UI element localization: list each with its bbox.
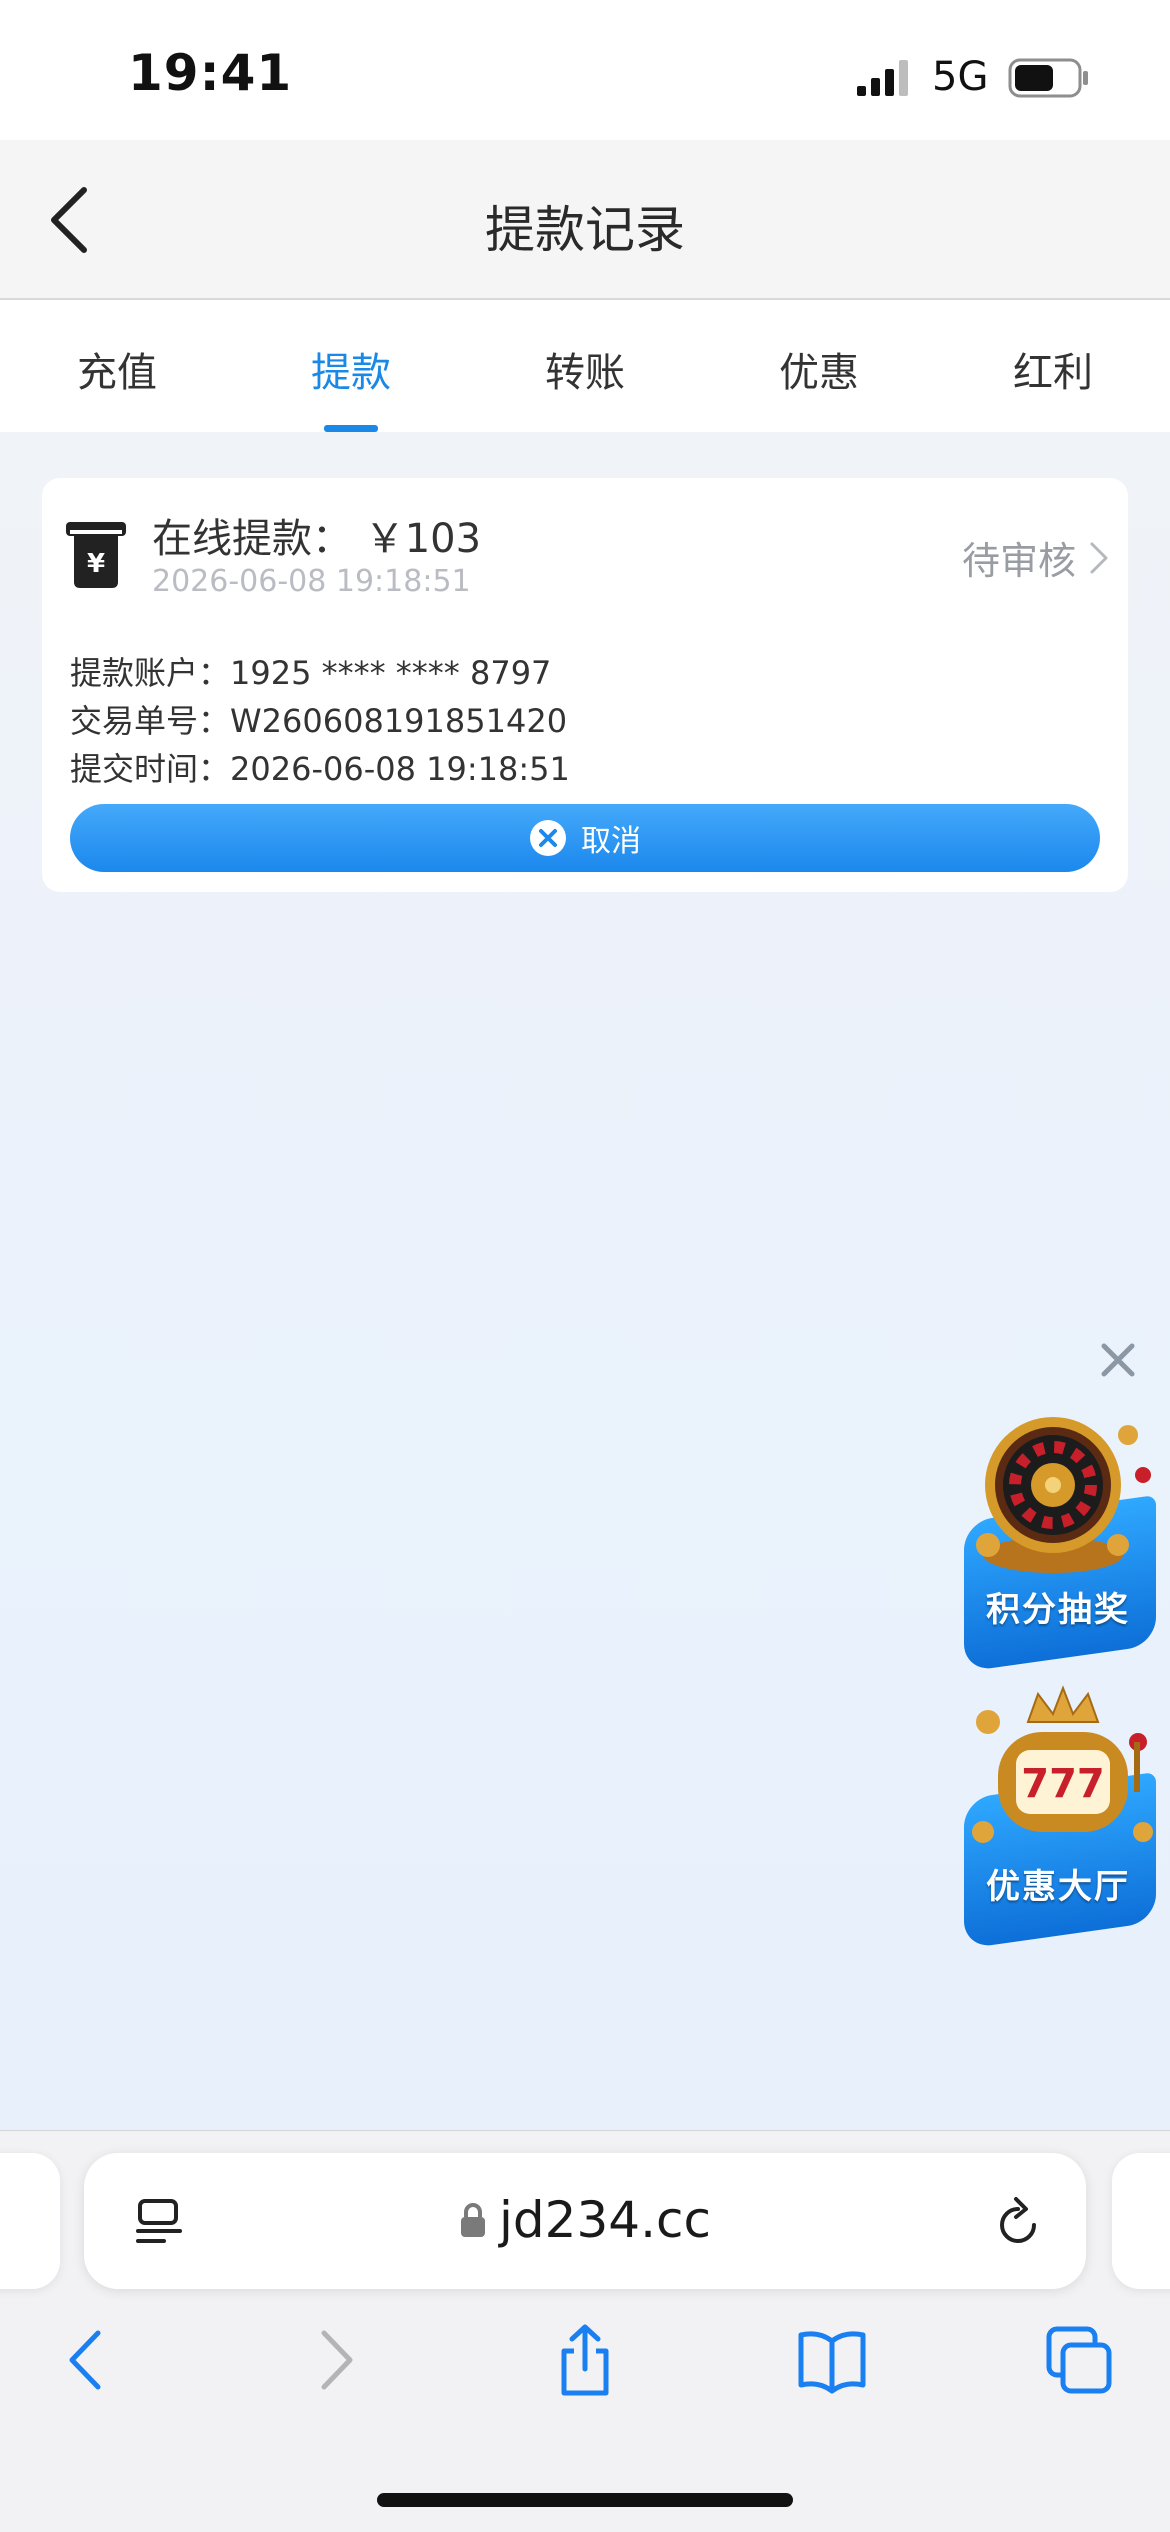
share-icon[interactable]: [550, 2323, 620, 2397]
roulette-icon: [976, 1417, 1151, 1573]
detail-submit-time: 提交时间：2026-06-08 19:18:51: [70, 744, 570, 790]
tab-withdraw[interactable]: 提款: [234, 300, 468, 432]
record-tabs: 充值 提款 转账 优惠 红利: [0, 300, 1170, 432]
record-date: 2026-06-08 19:18:51: [152, 564, 471, 599]
promo-label: 积分抽奖: [986, 1590, 1130, 1630]
svg-text:777: 777: [1021, 1761, 1105, 1807]
detail-key: 交易单号：: [70, 702, 231, 740]
detail-value: 2026-06-08 19:18:51: [230, 750, 570, 788]
tabs-icon[interactable]: [1045, 2323, 1115, 2397]
status-bar: 19:41 5G: [0, 0, 1170, 140]
status-time: 19:41: [128, 44, 293, 102]
tab-transfer[interactable]: 转账: [468, 300, 702, 432]
record-status[interactable]: 待审核: [962, 530, 1112, 585]
detail-value: W260608191851420: [230, 702, 568, 740]
reload-icon[interactable]: [994, 2195, 1044, 2249]
status-text: 待审核: [961, 539, 1076, 583]
previous-tab-card[interactable]: [0, 2153, 60, 2289]
active-tab-indicator: [324, 425, 378, 432]
tab-promotion[interactable]: 优惠: [702, 300, 936, 432]
network-label: 5G: [932, 54, 989, 100]
cancel-label: 取消: [581, 824, 641, 859]
promo-label: 优惠大厅: [986, 1867, 1130, 1907]
page-title: 提款记录: [485, 201, 685, 259]
promo-hall[interactable]: 777 优惠大厅: [958, 1682, 1158, 1949]
svg-text:¥: ¥: [87, 549, 105, 579]
cancel-button[interactable]: 取消: [70, 804, 1100, 872]
detail-key: 提交时间：: [70, 750, 231, 788]
detail-order-number: 交易单号：W260608191851420: [70, 696, 567, 742]
tab-deposit[interactable]: 充值: [0, 300, 234, 432]
detail-key: 提款账户：: [70, 654, 231, 692]
detail-value: 1925 **** **** 8797: [230, 654, 552, 692]
chevron-right-icon: [1090, 542, 1108, 573]
browser-toolbar: jd234.cc: [0, 2130, 1170, 2532]
home-indicator: [377, 2493, 793, 2507]
back-arrow-icon[interactable]: [50, 2323, 120, 2397]
url-text: jd234.cc: [499, 2191, 711, 2249]
url-display[interactable]: jd234.cc: [84, 2191, 1086, 2249]
address-bar[interactable]: jd234.cc: [84, 2153, 1086, 2289]
bookmarks-icon[interactable]: [797, 2323, 867, 2397]
lock-icon: [461, 2203, 486, 2237]
atm-yen-icon: ¥: [66, 522, 126, 588]
next-tab-card[interactable]: [1112, 2153, 1170, 2289]
record-title: 在线提款： ￥103: [152, 516, 482, 562]
signal-icon: [857, 60, 908, 96]
forward-arrow-icon[interactable]: [302, 2323, 372, 2397]
promo-points-lottery[interactable]: 积分抽奖: [958, 1405, 1158, 1672]
battery-icon: [1008, 58, 1088, 98]
withdrawal-record-card: ¥ 在线提款： ￥103 2026-06-08 19:18:51 待审核 提款账…: [42, 478, 1128, 892]
slot-machine-icon: 777: [972, 1685, 1153, 1843]
detail-account: 提款账户：1925 **** **** 8797: [70, 648, 551, 694]
close-circle-icon: [530, 820, 566, 856]
close-icon[interactable]: [1098, 1340, 1138, 1380]
tab-bonus[interactable]: 红利: [936, 300, 1170, 432]
nav-header: 提款记录: [0, 140, 1170, 300]
